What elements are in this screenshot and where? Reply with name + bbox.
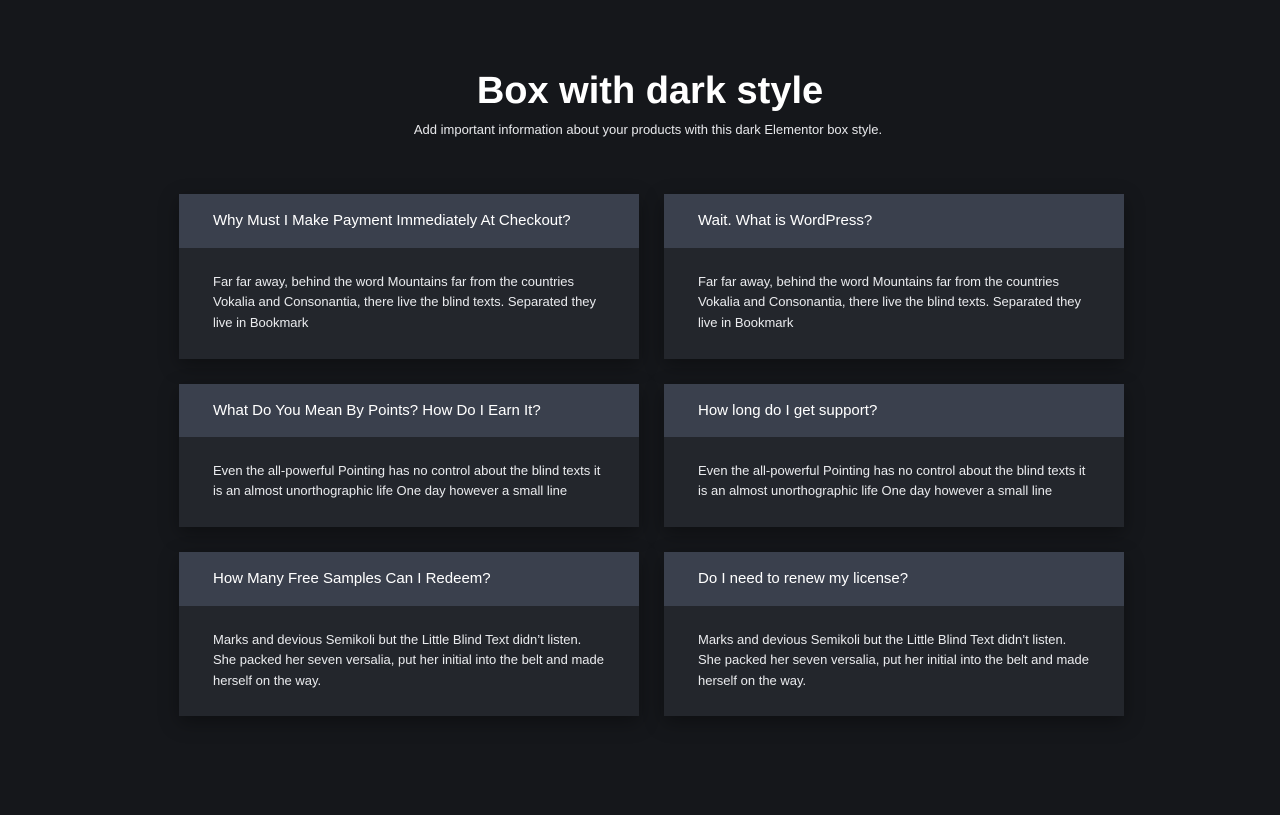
faq-box-license: Do I need to renew my license? Marks and… [664, 552, 1124, 716]
faq-question: Why Must I Make Payment Immediately At C… [213, 212, 571, 229]
faq-question: Wait. What is WordPress? [698, 212, 873, 229]
faq-box-support: How long do I get support? Even the all-… [664, 384, 1124, 527]
faq-answer: Even the all-powerful Pointing has no co… [698, 463, 1086, 499]
dark-box-section: Box with dark style Add important inform… [0, 0, 1280, 815]
faq-box-header: How Many Free Samples Can I Redeem? [179, 552, 639, 606]
faq-box-header: How long do I get support? [664, 384, 1124, 437]
page-title: Box with dark style [476, 70, 824, 112]
faq-box-header: Do I need to renew my license? [664, 552, 1124, 606]
faq-answer: Marks and devious Semikoli but the Littl… [213, 632, 604, 688]
faq-question: How long do I get support? [698, 401, 878, 419]
faq-answer: Far far away, behind the word Mountains … [213, 274, 597, 330]
faq-box-body: Marks and devious Semikoli but the Littl… [664, 606, 1124, 716]
faq-question: Do I need to renew my license? [698, 570, 909, 587]
faq-question: What Do You Mean By Points? How Do I Ear… [213, 401, 541, 419]
faq-box-body: Even the all-powerful Pointing has no co… [664, 437, 1124, 527]
faq-box-header: Why Must I Make Payment Immediately At C… [179, 194, 639, 248]
faq-answer: Even the all-powerful Pointing has no co… [213, 463, 601, 499]
faq-box-wordpress: Wait. What is WordPress? Far far away, b… [664, 194, 1124, 359]
page-subtitle: Add important information about your pro… [413, 122, 883, 137]
faq-box-body: Far far away, behind the word Mountains … [664, 248, 1124, 359]
faq-box-body: Marks and devious Semikoli but the Littl… [179, 606, 639, 716]
faq-box-body: Far far away, behind the word Mountains … [179, 248, 639, 359]
faq-answer: Far far away, behind the word Mountains … [698, 274, 1082, 330]
faq-box-header: What Do You Mean By Points? How Do I Ear… [179, 384, 639, 437]
faq-box-payment: Why Must I Make Payment Immediately At C… [179, 194, 639, 359]
faq-grid: Why Must I Make Payment Immediately At C… [179, 194, 1124, 716]
faq-box-samples: How Many Free Samples Can I Redeem? Mark… [179, 552, 639, 716]
faq-question: How Many Free Samples Can I Redeem? [213, 570, 491, 587]
faq-box-points: What Do You Mean By Points? How Do I Ear… [179, 384, 639, 527]
faq-box-body: Even the all-powerful Pointing has no co… [179, 437, 639, 527]
faq-answer: Marks and devious Semikoli but the Littl… [698, 632, 1089, 688]
faq-box-header: Wait. What is WordPress? [664, 194, 1124, 248]
